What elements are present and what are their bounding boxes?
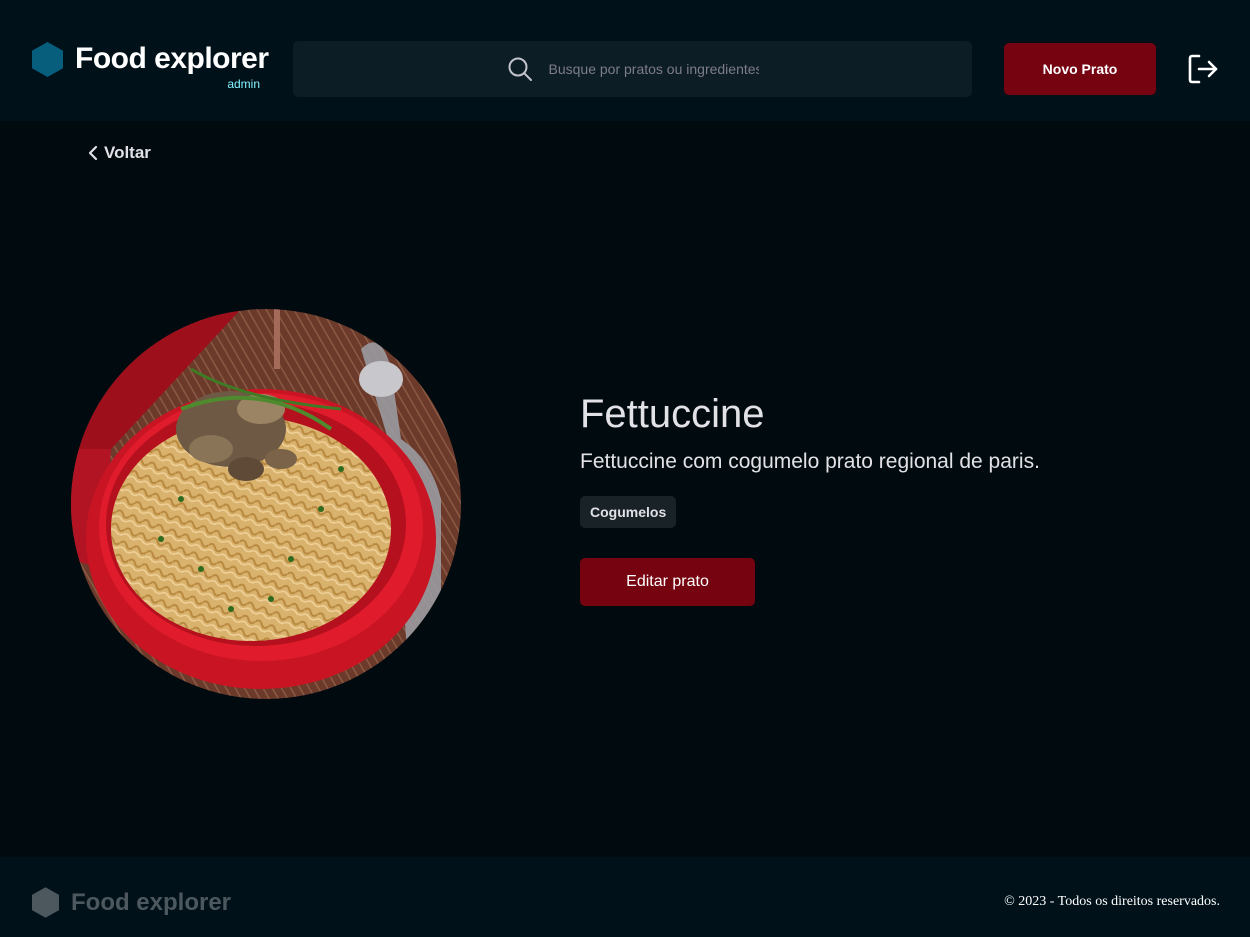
back-label: Voltar — [104, 143, 151, 162]
brand-name: Food explorer — [75, 42, 269, 75]
footer-brand: Food explorer — [32, 887, 231, 918]
brand-logo[interactable]: Food explorer admin — [32, 42, 269, 94]
new-dish-button[interactable]: Novo Prato — [1004, 43, 1156, 95]
search-bar[interactable] — [293, 41, 972, 97]
app-footer: Food explorer © 2023 - Todos os direitos… — [0, 857, 1250, 937]
dish-description: Fettuccine com cogumelo prato regional d… — [580, 450, 1040, 473]
search-input[interactable] — [548, 61, 759, 77]
dish-image — [71, 309, 461, 699]
edit-dish-button[interactable]: Editar prato — [580, 558, 755, 606]
search-icon — [508, 57, 532, 81]
hexagon-logo-icon — [32, 42, 63, 77]
ingredient-tag: Cogumelos — [580, 496, 677, 528]
copyright-text: © 2023 - Todos os direitos reservados. — [1004, 894, 1220, 909]
chevron-left-icon — [88, 145, 98, 161]
sign-out-icon[interactable] — [1186, 52, 1220, 86]
back-link[interactable]: Voltar — [86, 141, 151, 165]
admin-badge: admin — [227, 77, 260, 91]
dish-title: Fettuccine — [580, 392, 765, 436]
app-header: Food explorer admin Novo Prato — [0, 0, 1250, 121]
hexagon-logo-icon — [32, 887, 59, 918]
footer-brand-name: Food explorer — [71, 888, 232, 916]
